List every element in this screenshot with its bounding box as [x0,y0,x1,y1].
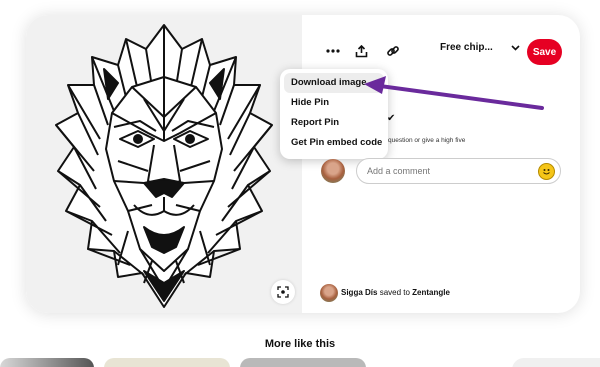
related-pin-thumb[interactable] [240,358,366,367]
visual-search-icon [277,286,289,298]
share-button[interactable] [349,39,373,63]
check-mark: ✔ [387,113,396,124]
annotation-arrow [364,76,544,110]
saved-by-line: Sigga Dís saved to Zentangle [341,288,450,297]
lion-illustration [55,24,273,308]
pin-image[interactable] [26,15,302,313]
menu-item-report-pin[interactable]: Report Pin [284,113,384,133]
related-pin-thumb[interactable] [104,358,230,367]
share-upload-icon [355,44,367,57]
more-options-button[interactable] [321,39,345,63]
board-link[interactable]: Zentangle [412,288,450,297]
emoji-button[interactable] [538,163,555,180]
saver-name[interactable]: Sigga Dís [341,288,377,297]
saved-action: saved to [379,288,410,297]
comment-prompt-text: question or give a high five [388,137,466,144]
emoji-icon [543,169,550,175]
related-pin-thumb[interactable] [512,358,600,367]
saver-avatar[interactable] [320,284,338,302]
copy-link-button[interactable] [381,39,405,63]
comment-field[interactable] [356,158,561,184]
board-selector[interactable]: Free chip... [440,42,520,53]
menu-item-embed-code[interactable]: Get Pin embed code [284,133,384,153]
related-pin-thumb[interactable] [0,358,94,367]
save-button[interactable]: Save [527,39,562,65]
ellipsis-icon [326,49,340,53]
comment-input[interactable] [367,164,527,178]
board-label: Free chip... [440,42,493,53]
visual-search-button[interactable] [271,280,295,304]
current-user-avatar[interactable] [321,159,345,183]
chevron-down-icon [511,44,520,51]
section-title: More like this [264,338,336,350]
link-icon [387,46,399,56]
